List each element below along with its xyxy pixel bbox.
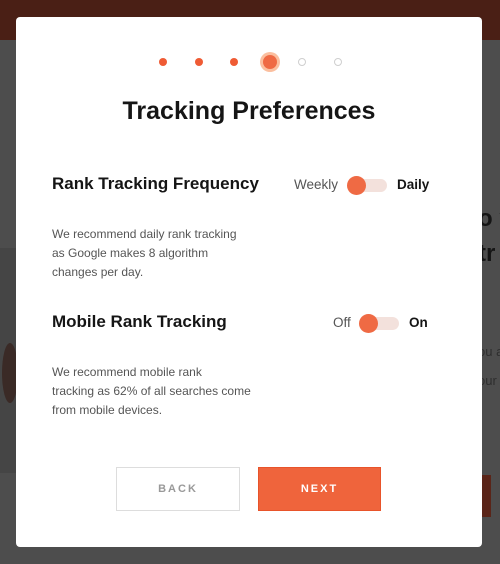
description-line: from mobile devices. <box>52 403 163 417</box>
description-line: We recommend daily rank tracking <box>52 227 237 241</box>
background-button <box>482 475 491 517</box>
toggle-knob <box>359 314 378 333</box>
step-dot-1 <box>159 58 167 66</box>
toggle-knob <box>347 176 366 195</box>
step-dot-4-active <box>263 55 277 69</box>
mobile-description: We recommend mobile rank tracking as 62%… <box>52 363 262 420</box>
tracking-preferences-modal: Tracking Preferences Rank Tracking Frequ… <box>16 17 482 547</box>
mobile-on-label[interactable]: On <box>409 315 428 330</box>
back-button[interactable]: BACK <box>116 467 240 511</box>
step-dot-5 <box>298 58 306 66</box>
frequency-weekly-label[interactable]: Weekly <box>294 177 338 192</box>
mobile-heading: Mobile Rank Tracking <box>52 312 227 331</box>
mobile-toggle[interactable] <box>359 314 399 333</box>
mobile-off-label[interactable]: Off <box>333 315 351 330</box>
next-button[interactable]: NEXT <box>258 467 381 511</box>
step-dot-2 <box>195 58 203 66</box>
description-line: changes per day. <box>52 265 144 279</box>
step-dot-6 <box>334 58 342 66</box>
frequency-daily-label[interactable]: Daily <box>397 177 429 192</box>
frequency-toggle[interactable] <box>347 176 387 195</box>
frequency-description: We recommend daily rank tracking as Goog… <box>52 225 262 282</box>
description-line: tracking as 62% of all searches come <box>52 384 251 398</box>
description-line: We recommend mobile rank <box>52 365 202 379</box>
frequency-heading: Rank Tracking Frequency <box>52 174 259 193</box>
modal-title: Tracking Preferences <box>122 97 376 125</box>
description-line: as Google makes 8 algorithm <box>52 246 209 260</box>
step-dot-3 <box>230 58 238 66</box>
